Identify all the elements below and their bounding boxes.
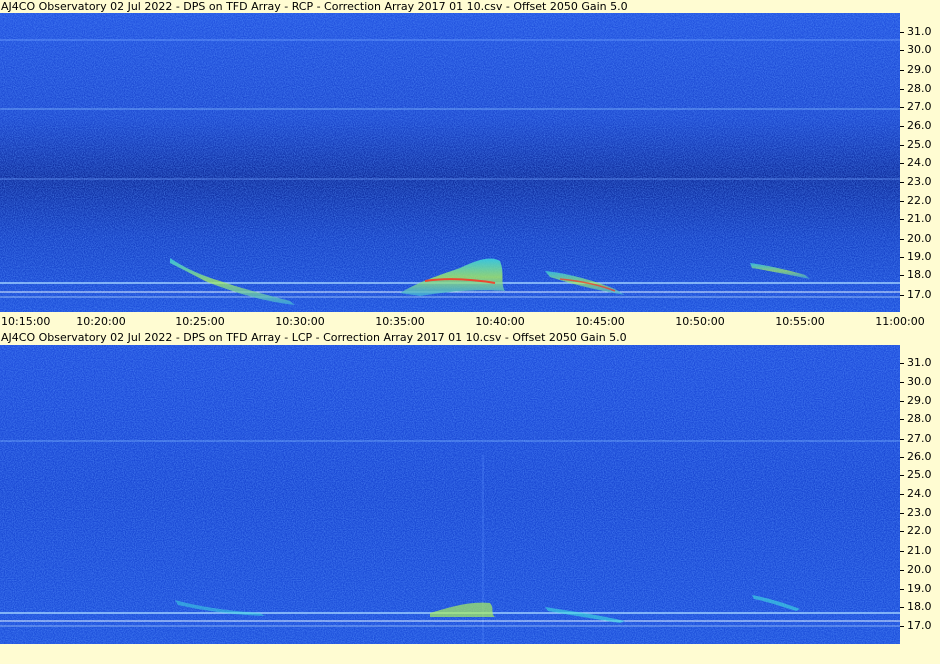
time-tick: 10:30:00 bbox=[275, 315, 325, 328]
time-tick: 10:55:00 bbox=[775, 315, 825, 328]
bottom-strip bbox=[0, 644, 940, 664]
lcp-frequency-axis: 31.0 30.0 29.0 28.0 27.0 26.0 25.0 24.0 … bbox=[900, 345, 940, 644]
lcp-panel: AJ4CO Observatory 02 Jul 2022 - DPS on T… bbox=[0, 331, 940, 664]
time-tick: 10:20:00 bbox=[76, 315, 126, 328]
freq-tick: 19.0 bbox=[900, 251, 932, 263]
freq-tick: 21.0 bbox=[900, 213, 932, 225]
rcp-spectrogram-image bbox=[0, 13, 900, 312]
time-tick: 10:40:00 bbox=[475, 315, 525, 328]
freq-tick: 29.0 bbox=[900, 64, 932, 76]
freq-tick: 26.0 bbox=[900, 451, 932, 463]
freq-tick: 27.0 bbox=[900, 101, 932, 113]
time-tick: 10:50:00 bbox=[675, 315, 725, 328]
rcp-spectrogram[interactable] bbox=[0, 13, 900, 312]
freq-tick: 25.0 bbox=[900, 139, 932, 151]
rcp-panel: AJ4CO Observatory 02 Jul 2022 - DPS on T… bbox=[0, 0, 940, 331]
freq-tick: 31.0 bbox=[900, 357, 932, 369]
freq-tick: 21.0 bbox=[900, 545, 932, 557]
freq-tick: 30.0 bbox=[900, 44, 932, 56]
freq-tick: 17.0 bbox=[900, 289, 932, 301]
freq-tick: 29.0 bbox=[900, 395, 932, 407]
freq-tick: 19.0 bbox=[900, 583, 932, 595]
freq-tick: 17.0 bbox=[900, 620, 932, 632]
freq-tick: 18.0 bbox=[900, 269, 932, 281]
freq-tick: 23.0 bbox=[900, 176, 932, 188]
freq-tick: 25.0 bbox=[900, 469, 932, 481]
lcp-spectrogram-image bbox=[0, 345, 900, 644]
freq-tick: 20.0 bbox=[900, 233, 932, 245]
rcp-frequency-axis: 31.0 30.0 29.0 28.0 27.0 26.0 25.0 24.0 … bbox=[900, 13, 940, 312]
freq-tick: 24.0 bbox=[900, 488, 932, 500]
freq-tick: 18.0 bbox=[900, 601, 932, 613]
time-tick: 10:35:00 bbox=[375, 315, 425, 328]
time-axis: 10:15:00 10:20:00 10:25:00 10:30:00 10:3… bbox=[0, 312, 940, 331]
freq-tick: 24.0 bbox=[900, 157, 932, 169]
freq-tick: 27.0 bbox=[900, 433, 932, 445]
freq-tick: 30.0 bbox=[900, 376, 932, 388]
freq-tick: 22.0 bbox=[900, 195, 932, 207]
time-tick: 11:00:00 bbox=[875, 315, 925, 328]
freq-tick: 23.0 bbox=[900, 507, 932, 519]
lcp-panel-title: AJ4CO Observatory 02 Jul 2022 - DPS on T… bbox=[1, 331, 627, 344]
freq-tick: 22.0 bbox=[900, 525, 932, 537]
freq-tick: 20.0 bbox=[900, 564, 932, 576]
freq-tick: 28.0 bbox=[900, 83, 932, 95]
freq-tick: 26.0 bbox=[900, 120, 932, 132]
freq-tick: 28.0 bbox=[900, 413, 932, 425]
lcp-spectrogram[interactable] bbox=[0, 345, 900, 644]
time-tick: 10:15:00 bbox=[1, 315, 51, 328]
rcp-panel-title: AJ4CO Observatory 02 Jul 2022 - DPS on T… bbox=[1, 0, 628, 13]
time-tick: 10:25:00 bbox=[175, 315, 225, 328]
freq-tick: 31.0 bbox=[900, 26, 932, 38]
time-tick: 10:45:00 bbox=[575, 315, 625, 328]
